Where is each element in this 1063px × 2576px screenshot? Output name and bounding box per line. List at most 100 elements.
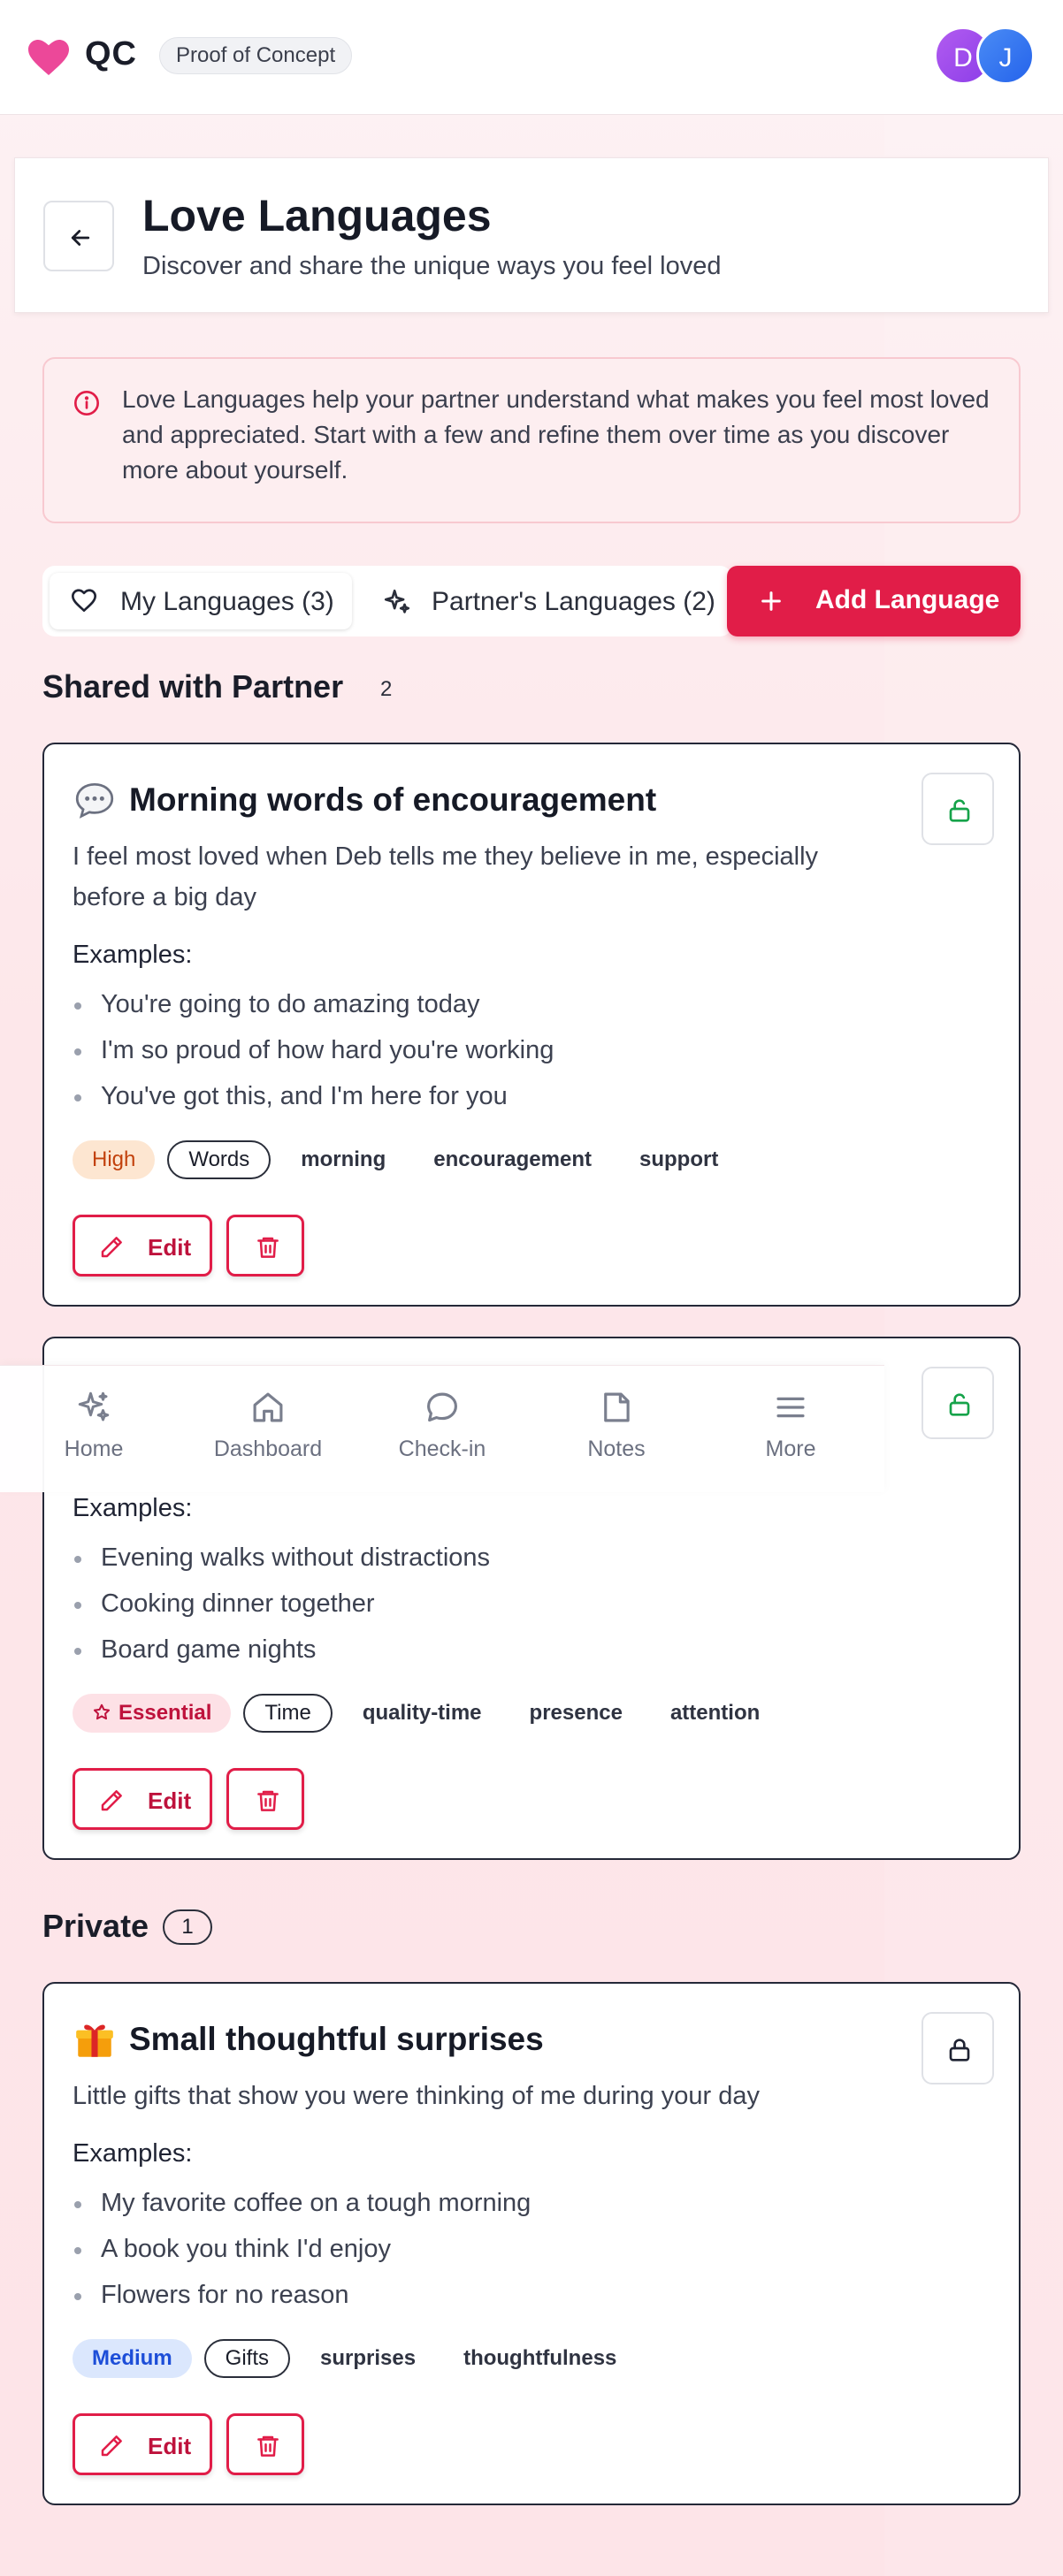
home-icon [253,1392,283,1422]
heart-icon [28,40,69,75]
card-title: Small thoughtful surprises [129,2021,544,2057]
importance-badge: Essential [73,1694,232,1733]
nav-label: Notes [587,1437,646,1461]
menu-icon [776,1397,805,1418]
edit-label: Edit [148,1234,192,1261]
star-icon [93,1703,111,1720]
example-item: My favorite coffee on a tough morning [73,2180,531,2226]
section-count-shared: 2 [380,677,393,701]
importance-badge: High [73,1140,156,1179]
example-item: I'm so proud of how hard you're working [73,1027,554,1073]
nav-item-dashboard[interactable]: Dashboard [188,1389,348,1477]
edit-label: Edit [148,2433,192,2459]
gift-icon [76,2024,113,2057]
card-title: Morning words of encouragement [129,781,657,818]
info-icon [74,391,99,415]
info-text: Love Languages help your partner underst… [122,385,990,484]
add-language-label: Add Language [815,585,1000,614]
keyword-tag: quality-time [362,1701,482,1725]
edit-button[interactable]: Edit [73,2413,212,2475]
nav-item-more[interactable]: More [711,1389,870,1477]
edit-label: Edit [148,1787,192,1814]
note-icon [604,1392,630,1422]
nav-label: Dashboard [213,1437,323,1461]
language-card: Morning words of encouragement I feel mo… [42,743,1021,1307]
example-item: Board game nights [73,1627,490,1673]
pencil-icon [101,1237,122,1258]
language-card: Small thoughtful surprises Little gifts … [42,1982,1021,2505]
keyword-tag: support [639,1147,719,1171]
avatar-user[interactable]: J [976,27,1035,85]
card-description: Little gifts that show you were thinking… [73,2082,760,2110]
pencil-icon [101,2435,122,2457]
speech-bubble-icon [75,782,114,819]
trash-icon [257,1237,279,1258]
sparkles-icon [384,589,410,614]
heart-outline-icon [72,589,96,612]
delete-button[interactable] [226,2413,304,2475]
sparkles-icon [78,1391,110,1421]
poc-badge: Proof of Concept [159,37,353,74]
nav-item-check-in[interactable]: Check-in [363,1389,522,1477]
unlock-icon [949,799,970,822]
keyword-tag: presence [529,1701,623,1725]
add-language-button[interactable]: Add Language [727,566,1021,636]
plus-icon [761,591,781,611]
info-callout: Love Languages help your partner underst… [42,357,1021,523]
delete-button[interactable] [226,1768,304,1830]
examples-list: My favorite coffee on a tough morning A … [73,2180,531,2318]
importance-label: Essential [119,1701,212,1725]
keyword-tag: thoughtfulness [463,2346,617,2370]
nav-item-notes[interactable]: Notes [537,1389,696,1477]
tag-row: Essential Time quality-time presence attenti… [73,1694,790,1733]
arrow-left-icon [71,230,90,246]
category-badge: Time [243,1694,333,1733]
unlock-icon [949,1393,970,1416]
examples-label: Examples: [73,941,193,969]
examples-label: Examples: [73,2139,193,2168]
example-item: You've got this, and I'm here for you [73,1073,554,1119]
keyword-tag: morning [301,1147,386,1171]
tab-partner-languages[interactable]: Partner's Languages (2) [361,573,725,629]
category-badge: Words [167,1140,271,1179]
page-header: Love Languages Discover and share the un… [14,157,1049,313]
examples-list: Evening walks without distractions Cooki… [73,1535,490,1673]
example-item: You're going to do amazing today [73,981,554,1027]
nav-label: More [765,1437,816,1461]
keyword-tag: encouragement [433,1147,592,1171]
page-title: Love Languages [142,191,492,240]
tab-label: My Languages (3) [120,587,334,616]
card-description: I feel most loved when Deb tells me they… [73,842,819,911]
example-item: Evening walks without distractions [73,1535,490,1581]
trash-icon [257,1790,279,1811]
nav-label: Check-in [398,1437,486,1461]
chat-bubble-icon [427,1392,457,1422]
privacy-toggle-button[interactable] [922,773,994,845]
examples-label: Examples: [73,1494,193,1522]
section-count-private: 1 [163,1909,212,1945]
category-badge: Gifts [203,2339,291,2378]
keyword-tag: attention [669,1701,761,1725]
pencil-icon [101,1790,122,1811]
tag-row: Medium Gifts surprises thoughtfulness [73,2339,646,2378]
keyword-tag: surprises [320,2346,417,2370]
section-title-private: Private [42,1908,149,1944]
tab-my-languages[interactable]: My Languages (3) [50,573,352,629]
delete-button[interactable] [226,1215,304,1277]
tag-row: High Words morning encouragement support [73,1140,748,1179]
importance-badge: Medium [73,2339,192,2378]
privacy-toggle-button[interactable] [922,1367,994,1439]
example-item: Cooking dinner together [73,1581,490,1627]
edit-button[interactable]: Edit [73,1215,212,1277]
nav-item-home[interactable]: Home [14,1389,173,1477]
example-item: A book you think I'd enjoy [73,2226,531,2272]
lock-icon [949,2039,970,2062]
nav-label: Home [64,1437,124,1461]
edit-button[interactable]: Edit [73,1768,212,1830]
privacy-toggle-button[interactable] [922,2012,994,2084]
trash-icon [257,2435,279,2457]
examples-list: You're going to do amazing today I'm so … [73,981,554,1119]
back-button[interactable] [43,201,114,271]
app-bar: QC Proof of Concept D J [0,0,1063,115]
language-tabs: My Languages (3) Partner's Languages (2) [42,566,732,636]
